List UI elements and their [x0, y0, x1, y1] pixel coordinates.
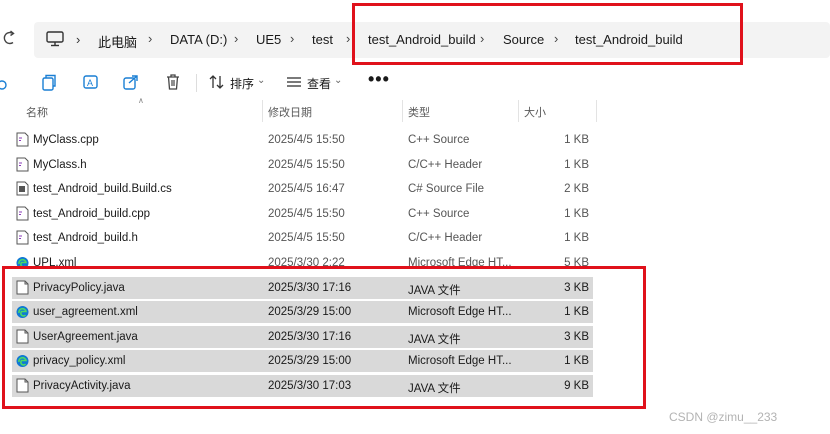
file-name: MyClass.h — [33, 158, 87, 171]
file-size: 1 KB — [564, 158, 589, 171]
chevron-right-icon[interactable]: › — [148, 31, 152, 46]
column-separator[interactable] — [402, 100, 403, 122]
cpp-file-icon — [16, 206, 29, 221]
file-row[interactable]: MyClass.cpp 2025/4/5 15:50 C++ Source 1 KB — [12, 129, 593, 151]
watermark: CSDN @zimu__233 — [669, 410, 778, 424]
file-row[interactable]: test_Android_build.cpp 2025/4/5 15:50 C++ … — [12, 203, 593, 225]
file-type: C++ Source — [408, 134, 470, 146]
file-name: test_Android_build.h — [33, 232, 138, 245]
file-row[interactable]: test_Android_build.h 2025/4/5 15:50 C/C++ … — [12, 227, 593, 249]
computer-icon[interactable] — [46, 31, 64, 47]
sort-icon[interactable] — [208, 73, 226, 91]
cut-icon[interactable] — [0, 73, 14, 91]
breadcrumb-data-drive[interactable]: DATA (D:) — [170, 32, 227, 47]
breadcrumb-test[interactable]: test — [312, 32, 333, 47]
toolbar-divider — [196, 74, 197, 92]
share-icon[interactable] — [122, 73, 140, 91]
path-highlight-box — [352, 3, 743, 65]
file-date: 2025/4/5 15:50 — [268, 232, 345, 245]
column-separator[interactable] — [596, 100, 597, 122]
copy-icon[interactable] — [40, 73, 58, 91]
header-file-icon — [16, 157, 29, 172]
svg-text:A: A — [87, 78, 93, 88]
file-size: 1 KB — [564, 134, 589, 146]
file-type: C++ Source — [408, 207, 470, 220]
file-type: C/C++ Header — [408, 232, 483, 245]
chevron-right-icon[interactable]: › — [346, 31, 350, 46]
sort-button[interactable]: 排序 — [230, 75, 254, 92]
column-header-type[interactable]: 类型 — [408, 104, 430, 120]
file-date: 2025/4/5 15:50 — [268, 158, 345, 171]
rename-icon[interactable]: A — [82, 73, 100, 91]
column-separator[interactable] — [518, 100, 519, 122]
column-header-size[interactable]: 大小 — [524, 104, 546, 120]
chevron-down-icon[interactable]: ⌄ — [334, 75, 342, 86]
file-size: 1 KB — [564, 232, 589, 245]
file-type: C/C++ Header — [408, 158, 483, 171]
file-name: MyClass.cpp — [33, 134, 99, 146]
file-date: 2025/4/5 16:47 — [268, 183, 345, 196]
chevron-down-icon[interactable]: ⌄ — [257, 75, 265, 86]
sort-ascending-icon: ∧ — [138, 96, 144, 105]
file-date: 2025/4/5 15:50 — [268, 207, 345, 220]
file-size: 1 KB — [564, 207, 589, 220]
breadcrumb-this-pc[interactable]: 此电脑 — [98, 32, 137, 51]
column-header-date[interactable]: 修改日期 — [268, 104, 312, 120]
column-header-name[interactable]: 名称 — [26, 104, 48, 120]
file-row[interactable]: MyClass.h 2025/4/5 15:50 C/C++ Header 1 KB — [12, 154, 593, 176]
file-name: test_Android_build.cpp — [33, 207, 150, 220]
chevron-right-icon[interactable]: › — [290, 31, 294, 46]
view-icon[interactable] — [285, 73, 303, 91]
file-date: 2025/4/5 15:50 — [268, 134, 345, 146]
column-separator[interactable] — [262, 100, 263, 122]
cs-file-icon — [16, 181, 29, 196]
cpp-file-icon — [16, 132, 29, 147]
chevron-right-icon[interactable]: › — [76, 32, 80, 47]
header-file-icon — [16, 230, 29, 245]
files-highlight-box — [2, 266, 646, 409]
file-type: C# Source File — [408, 183, 485, 196]
file-row[interactable]: test_Android_build.Build.cs 2025/4/5 16:4… — [12, 178, 593, 200]
view-button[interactable]: 查看 — [307, 75, 331, 92]
command-bar: A 排序 ⌄ 查看 ⌄ ••• — [0, 66, 830, 98]
breadcrumb-ue5[interactable]: UE5 — [256, 32, 281, 47]
refresh-icon[interactable] — [2, 30, 16, 46]
chevron-right-icon[interactable]: › — [234, 31, 238, 46]
file-name: test_Android_build.Build.cs — [33, 183, 172, 196]
delete-icon[interactable] — [164, 73, 182, 91]
more-options-button[interactable]: ••• — [368, 69, 390, 90]
file-size: 2 KB — [564, 183, 589, 196]
